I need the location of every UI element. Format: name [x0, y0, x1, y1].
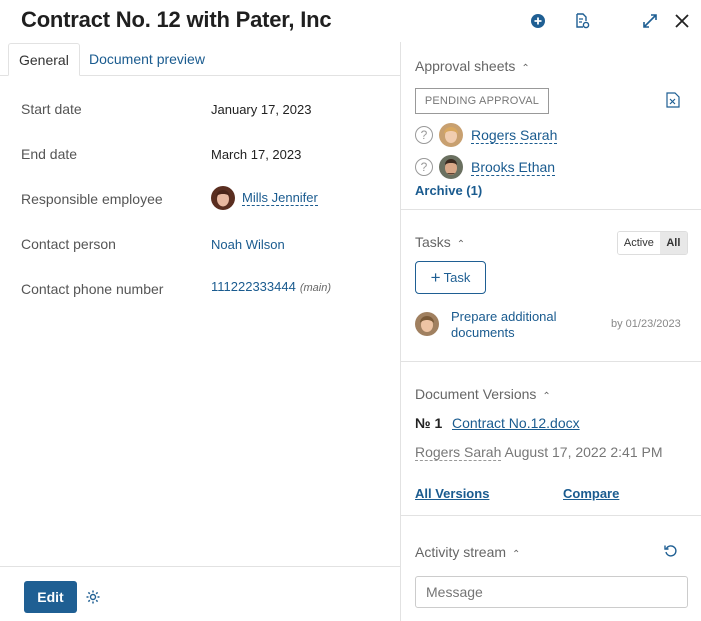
edit-button[interactable]: Edit — [24, 581, 77, 613]
add-task-label: Task — [443, 270, 471, 285]
compare-link[interactable]: Compare — [563, 486, 619, 501]
phone-type-note: (main) — [299, 282, 332, 294]
task-title-line: Prepare additional — [451, 309, 557, 324]
chevron-up-icon: ⌃ — [512, 549, 521, 560]
plus-icon: + — [430, 268, 441, 287]
all-versions-link[interactable]: All Versions — [415, 486, 489, 501]
approver-link[interactable]: Rogers Sarah — [471, 127, 558, 144]
contact-phone-label: Contact phone number — [21, 281, 164, 297]
activity-stream-header[interactable]: Activity stream ⌃ — [415, 544, 520, 560]
filter-active-option[interactable]: Active — [618, 232, 660, 254]
question-icon: ? — [415, 126, 433, 144]
avatar — [415, 312, 439, 336]
start-date-value: January 17, 2023 — [211, 102, 312, 117]
section-divider — [401, 515, 701, 516]
tasks-header[interactable]: Tasks ⌃ — [415, 234, 465, 250]
header: Contract No. 12 with Pater, Inc — [0, 0, 701, 42]
tab-general[interactable]: General — [8, 43, 80, 76]
add-circle-icon[interactable] — [527, 10, 549, 32]
end-date-value: March 17, 2023 — [211, 147, 302, 162]
gear-icon[interactable] — [84, 588, 102, 606]
end-date-label: End date — [21, 146, 78, 162]
question-icon: ? — [415, 158, 433, 176]
chevron-up-icon: ⌃ — [521, 63, 530, 74]
document-versions-header[interactable]: Document Versions ⌃ — [415, 386, 551, 402]
version-file-link[interactable]: Contract No.12.docx — [452, 415, 580, 431]
avatar — [211, 186, 235, 210]
approval-sheets-header[interactable]: Approval sheets ⌃ — [415, 58, 530, 74]
tab-bar: General Document preview — [0, 42, 400, 76]
contact-person-link[interactable]: Noah Wilson — [211, 237, 285, 252]
task-due-date: by 01/23/2023 — [611, 318, 681, 330]
filter-all-option[interactable]: All — [659, 232, 687, 254]
excel-export-icon[interactable] — [666, 92, 682, 110]
task-filter-toggle: Active All — [617, 231, 688, 255]
task-title-line: documents — [451, 325, 515, 340]
approval-sheets-title: Approval sheets — [415, 58, 516, 74]
expand-icon[interactable] — [639, 10, 661, 32]
task-title-link[interactable]: Prepare additional documents — [451, 309, 557, 341]
activity-stream-title: Activity stream — [415, 544, 507, 560]
contact-phone-link[interactable]: 111222333444 — [211, 279, 296, 294]
approver-row: ? Rogers Sarah — [415, 122, 558, 148]
chevron-up-icon: ⌃ — [542, 391, 551, 402]
version-date: August 17, 2022 2:41 PM — [504, 444, 663, 460]
approver-row: ? Brooks Ethan — [415, 154, 556, 180]
close-icon[interactable] — [671, 10, 693, 32]
tab-document-preview[interactable]: Document preview — [79, 43, 215, 76]
responsible-employee-value: Mills Jennifer — [211, 186, 318, 210]
document-versions-title: Document Versions — [415, 386, 537, 402]
footer-divider — [0, 566, 400, 567]
status-badge: PENDING APPROVAL — [415, 88, 549, 114]
contact-person-label: Contact person — [21, 236, 116, 252]
contact-phone-value: 111222333444 (main) — [211, 279, 331, 294]
refresh-icon[interactable] — [663, 543, 681, 561]
section-divider — [401, 209, 701, 210]
chevron-up-icon: ⌃ — [456, 239, 466, 250]
start-date-label: Start date — [21, 101, 82, 117]
tasks-title: Tasks — [415, 234, 451, 250]
section-divider — [401, 361, 701, 362]
archive-link[interactable]: Archive (1) — [415, 183, 482, 198]
version-number: № 1 — [415, 415, 443, 431]
version-author-link[interactable]: Rogers Sarah — [415, 444, 502, 461]
version-meta: Rogers Sarah August 17, 2022 2:41 PM — [415, 444, 663, 461]
responsible-employee-link[interactable]: Mills Jennifer — [242, 190, 318, 206]
avatar — [439, 155, 463, 179]
column-divider — [400, 42, 401, 621]
message-input[interactable] — [415, 576, 688, 608]
avatar — [439, 123, 463, 147]
page-title: Contract No. 12 with Pater, Inc — [21, 7, 332, 32]
responsible-employee-label: Responsible employee — [21, 191, 163, 207]
add-task-button[interactable]: + Task — [415, 261, 486, 294]
document-settings-icon[interactable] — [571, 10, 593, 32]
approver-link[interactable]: Brooks Ethan — [471, 159, 556, 176]
